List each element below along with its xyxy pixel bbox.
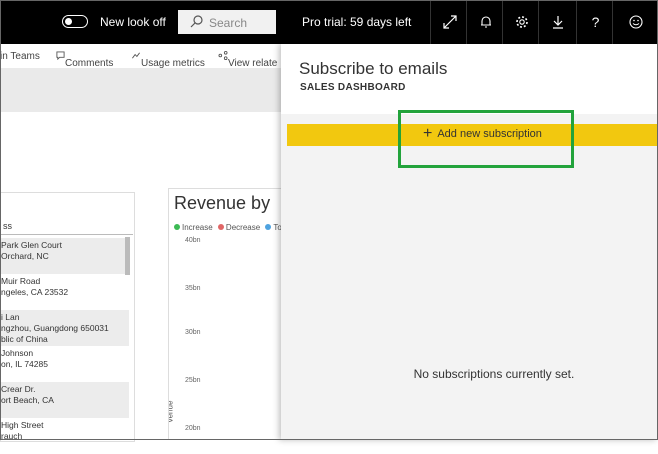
download-button[interactable] (538, 0, 576, 44)
total-dot-icon (265, 224, 272, 230)
panel-header: Subscribe to emails SALES DASHBOARD (281, 44, 658, 114)
help-icon: ? (591, 14, 600, 30)
chart-title: Revenue by (174, 193, 271, 213)
related-icon (218, 51, 228, 60)
table-row: Crear Dr. ort Beach, CA (1, 382, 129, 418)
y-tick: 40bn (185, 237, 201, 244)
panel-title: Subscribe to emails (299, 59, 448, 78)
chat-in-teams-link[interactable]: in Teams (0, 51, 40, 62)
expand-button[interactable] (430, 0, 468, 44)
panel-subtitle: SALES DASHBOARD (300, 82, 406, 93)
header-divider (1, 234, 133, 235)
column-header: ss (3, 221, 12, 231)
new-look-toggle[interactable] (62, 15, 88, 28)
table-row: Muir Road ngeles, CA 23532 (1, 276, 69, 297)
address-table-tile[interactable]: ss Park Glen Court Orchard, NC Muir Road n… (0, 192, 135, 442)
settings-button[interactable] (502, 0, 540, 44)
dashboard-background: in Teams Comments Usage metrics View rel… (0, 44, 282, 442)
search-icon (190, 15, 203, 28)
notifications-button[interactable] (466, 0, 504, 44)
table-row: i Lan ngzhou, Guangdong 650031 blic of Chi… (1, 310, 129, 346)
help-button[interactable]: ? (576, 0, 614, 44)
new-look-label: New look off (100, 15, 166, 29)
smiley-icon (628, 15, 643, 29)
feedback-button[interactable] (612, 0, 658, 44)
download-icon (552, 16, 563, 29)
search-placeholder: Search (209, 16, 248, 30)
subscribe-panel: Subscribe to emails SALES DASHBOARD + Ad… (281, 44, 658, 440)
legend-decrease: Decrease (225, 223, 261, 232)
pro-trial-label[interactable]: Pro trial: 59 days left (302, 15, 411, 29)
highlight-box (398, 110, 574, 168)
y-tick: 35bn (185, 285, 201, 292)
view-related-link[interactable]: View relate (218, 51, 277, 69)
top-bar: New look off Search Pro trial: 59 days l… (0, 0, 658, 44)
expand-icon (442, 15, 457, 29)
gear-icon (515, 16, 528, 28)
table-row: Johnson on, IL 74285 (1, 348, 48, 369)
increase-dot-icon (174, 224, 180, 230)
table-row: Park Glen Court Orchard, NC (1, 238, 129, 274)
toggle-knob (65, 18, 72, 25)
legend-increase: Increase (182, 223, 213, 232)
action-bar: in Teams Comments Usage metrics View rel… (0, 44, 282, 69)
search-input[interactable]: Search (178, 10, 276, 34)
chart-icon (132, 52, 140, 59)
y-tick: 20bn (185, 425, 201, 432)
y-tick: 30bn (185, 329, 201, 336)
usage-metrics-link[interactable]: Usage metrics (131, 51, 205, 69)
decrease-dot-icon (217, 224, 224, 230)
revenue-chart-tile[interactable]: Revenue by Increase Decrease To 40bn 35b… (168, 188, 282, 440)
comment-icon (56, 51, 65, 61)
y-axis-label: venue (168, 400, 175, 423)
dashboard-header-strip (0, 68, 282, 112)
empty-state-text: No subscriptions currently set. (413, 367, 575, 381)
y-tick: 25bn (185, 377, 201, 384)
table-row: High Street rauch (1, 420, 44, 441)
scrollbar[interactable] (125, 237, 130, 275)
bell-icon (480, 16, 491, 28)
chart-legend: Increase Decrease To (174, 223, 281, 232)
comments-link[interactable]: Comments (56, 51, 113, 69)
